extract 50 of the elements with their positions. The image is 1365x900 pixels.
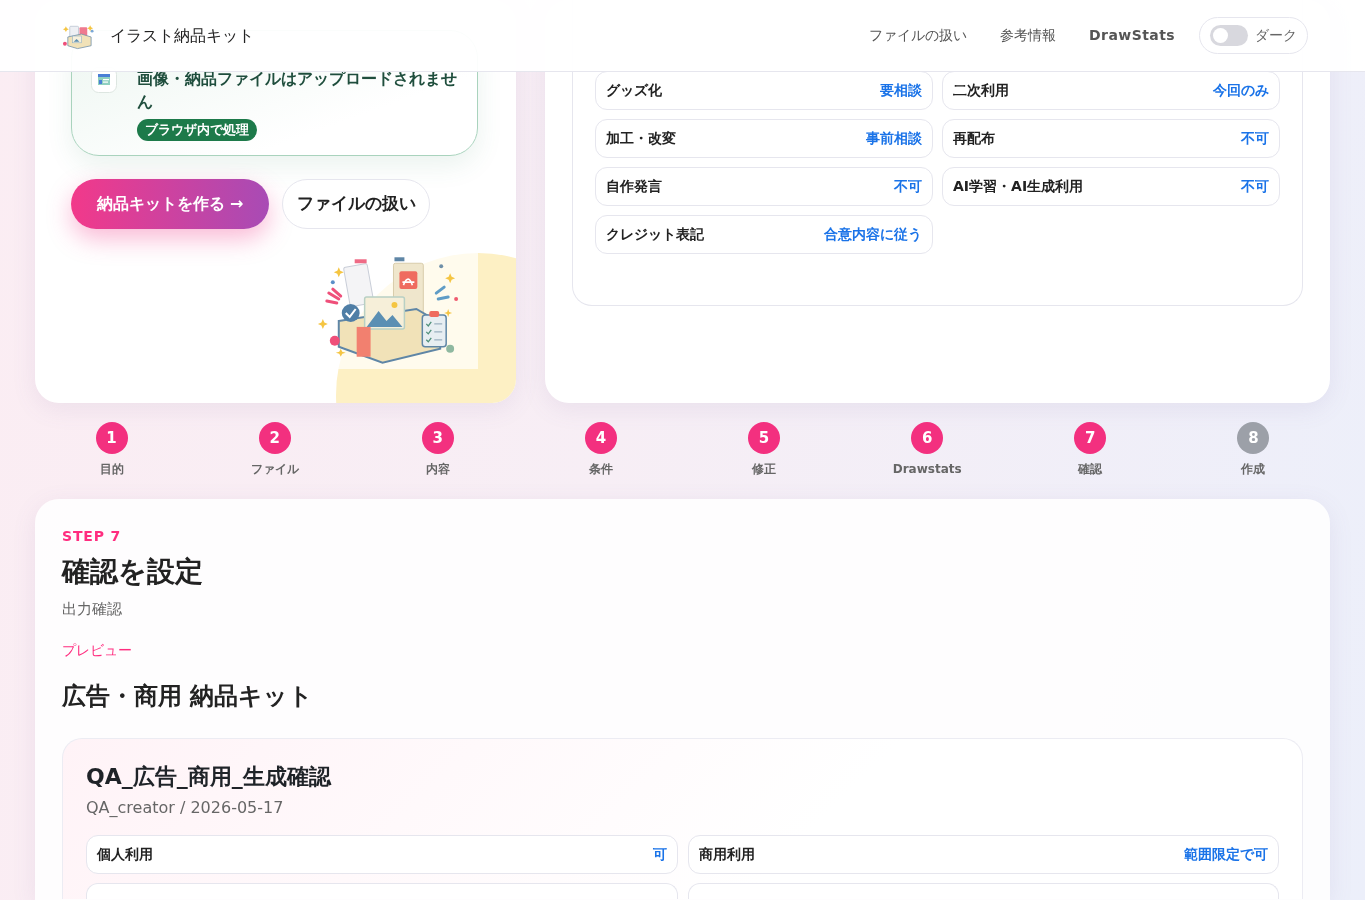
step-number: 4: [584, 422, 617, 454]
term-label: 二次利用: [953, 81, 1009, 100]
term-label: クレジット表記: [606, 225, 704, 244]
term-label: 加工・改変: [606, 129, 676, 148]
nav-link[interactable]: DrawStats: [1089, 25, 1175, 46]
preview-label: プレビュー: [62, 641, 133, 660]
nav-link[interactable]: ファイルの扱い: [869, 25, 968, 46]
step-label: 作成: [1241, 462, 1266, 476]
term-value: 今回のみ: [1213, 81, 1269, 100]
step-number: 5: [748, 422, 781, 454]
preview-meta: QA_creator / 2026-05-17: [86, 797, 285, 819]
step-number: 7: [1074, 422, 1107, 454]
step-label: 修正: [752, 462, 777, 476]
nav-link[interactable]: 参考情報: [1000, 25, 1057, 46]
step-number: 3: [421, 422, 454, 454]
term-label: グッズ化: [606, 81, 662, 100]
term-value: 事前相談: [866, 129, 922, 148]
preview-title: QA_広告_商用_生成確認: [86, 763, 333, 791]
toggle-switch[interactable]: [1210, 25, 1248, 46]
app-title: イラスト納品キット: [110, 24, 254, 47]
term-value: 要相談: [880, 81, 922, 100]
create-kit-button[interactable]: 納品キットを作る →: [71, 179, 269, 229]
theme-toggle[interactable]: ダーク: [1199, 17, 1308, 54]
step-number: 1: [95, 422, 128, 454]
term-value: 不可: [1241, 129, 1269, 148]
kit-title: 広告・商用 納品キット: [62, 681, 315, 712]
step-number: 6: [911, 422, 944, 454]
step-title: 確認を設定: [62, 554, 204, 590]
term-value: 不可: [1241, 177, 1269, 196]
step-eyebrow: STEP 7: [62, 527, 123, 545]
step-label: 内容: [425, 462, 450, 476]
term-label: 商用利用: [698, 845, 755, 864]
term-label: 個人利用: [97, 845, 153, 864]
step-number: 8: [1237, 422, 1270, 454]
status-badge: ブラウザ内で処理: [137, 119, 257, 141]
term-label: 再配布: [953, 129, 995, 148]
term-value: 不可: [894, 177, 922, 196]
term-label: 自作発言: [606, 177, 662, 196]
step-label: 条件: [588, 462, 613, 476]
step-label: Drawstats: [892, 462, 962, 476]
step-label: 確認: [1078, 462, 1103, 476]
term-value: 範囲限定で可: [1184, 845, 1268, 864]
term-value: 可: [652, 845, 667, 864]
step-label: 目的: [99, 462, 124, 476]
file-handling-button[interactable]: ファイルの扱い: [282, 179, 430, 229]
step-label: ファイル: [250, 462, 299, 476]
step-number: 2: [258, 422, 291, 454]
step-subtitle: 出力確認: [62, 599, 123, 620]
term-label: AI学習・AI生成利用: [953, 177, 1084, 196]
term-value: 合意内容に従う: [824, 225, 922, 244]
